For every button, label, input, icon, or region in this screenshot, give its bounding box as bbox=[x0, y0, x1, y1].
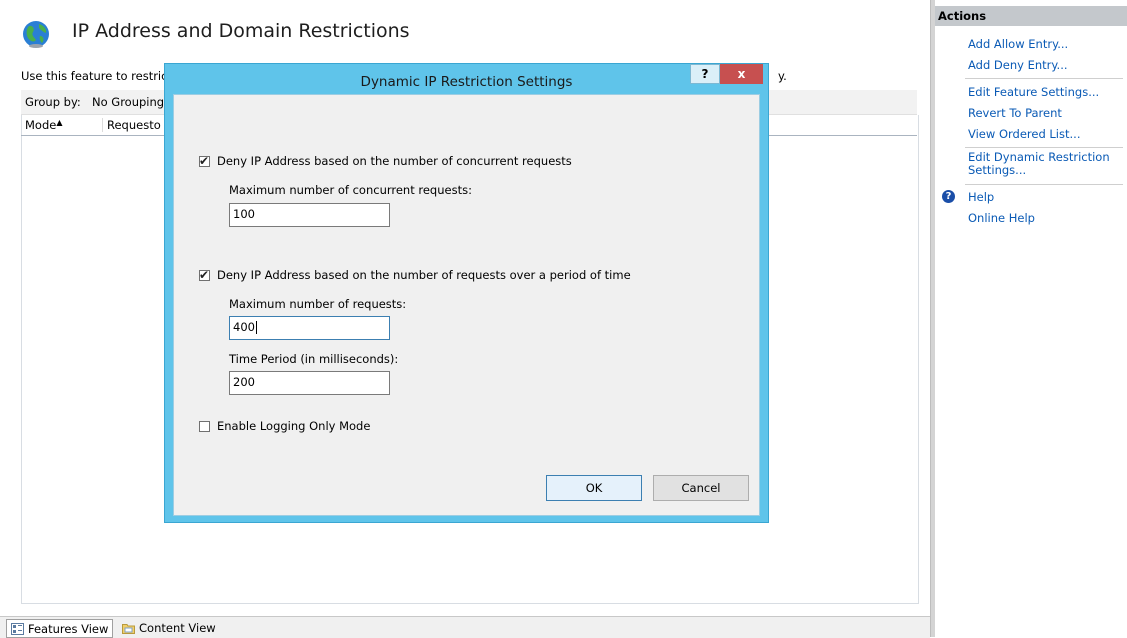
column-header-mode[interactable]: Mode▲ bbox=[21, 118, 63, 132]
description-tail: y. bbox=[778, 69, 787, 83]
revert-to-parent-link[interactable]: Revert To Parent bbox=[968, 107, 1062, 120]
checkmark-icon: ✔ bbox=[199, 153, 210, 168]
group-by-dropdown[interactable]: No Grouping bbox=[92, 95, 164, 109]
time-period-label: Time Period (in milliseconds): bbox=[229, 352, 399, 366]
checkbox-box[interactable]: ✔ bbox=[199, 153, 210, 168]
help-icon: ? bbox=[942, 190, 955, 203]
page-title: IP Address and Domain Restrictions bbox=[72, 20, 410, 42]
dialog-help-button[interactable]: ? bbox=[690, 64, 720, 84]
add-allow-entry-link[interactable]: Add Allow Entry... bbox=[968, 38, 1068, 51]
actions-divider bbox=[965, 78, 1123, 79]
concurrent-requests-checkbox[interactable]: ✔ Deny IP Address based on the number of… bbox=[199, 154, 572, 168]
add-deny-entry-link[interactable]: Add Deny Entry... bbox=[968, 59, 1068, 72]
max-concurrent-label: Maximum number of concurrent requests: bbox=[229, 183, 472, 197]
features-view-label: Features View bbox=[28, 621, 109, 636]
content-view-icon bbox=[122, 623, 135, 634]
description-text: Use this feature to restrict bbox=[21, 69, 172, 83]
dialog-title: Dynamic IP Restriction Settings bbox=[360, 74, 573, 90]
features-view-icon bbox=[11, 622, 24, 635]
cancel-button[interactable]: Cancel bbox=[653, 475, 749, 501]
actions-header: Actions bbox=[935, 6, 1127, 26]
max-requests-input[interactable]: 400 bbox=[229, 316, 390, 340]
requests-over-time-label: Deny IP Address based on the number of r… bbox=[217, 268, 631, 282]
max-concurrent-input[interactable]: 100 bbox=[229, 203, 390, 227]
view-switcher: Features View Content View bbox=[0, 616, 930, 638]
globe-icon bbox=[23, 21, 49, 48]
edit-dynamic-restriction-settings-link[interactable]: Edit Dynamic Restriction Settings... bbox=[968, 151, 1118, 177]
view-ordered-list-link[interactable]: View Ordered List... bbox=[968, 128, 1080, 141]
actions-divider bbox=[965, 184, 1123, 185]
sort-ascending-icon: ▲ bbox=[56, 118, 63, 127]
dialog-close-button[interactable]: x bbox=[720, 64, 763, 84]
online-help-link[interactable]: Online Help bbox=[968, 212, 1035, 225]
logging-only-checkbox[interactable]: Enable Logging Only Mode bbox=[199, 419, 370, 433]
requests-over-time-checkbox[interactable]: ✔ Deny IP Address based on the number of… bbox=[199, 268, 631, 282]
group-by-label: Group by: bbox=[25, 95, 81, 109]
tab-content-view[interactable]: Content View bbox=[118, 619, 220, 636]
actions-pane: Actions Add Allow Entry... Add Deny Entr… bbox=[935, 0, 1127, 637]
content-view-label: Content View bbox=[139, 620, 216, 635]
dynamic-ip-restriction-dialog: Dynamic IP Restriction Settings ? x ✔ De… bbox=[164, 63, 769, 523]
text-caret bbox=[255, 321, 257, 334]
help-link[interactable]: Help bbox=[968, 191, 994, 204]
concurrent-requests-label: Deny IP Address based on the number of c… bbox=[217, 154, 572, 168]
logging-only-label: Enable Logging Only Mode bbox=[217, 419, 371, 433]
max-requests-label: Maximum number of requests: bbox=[229, 297, 407, 311]
column-header-requestor[interactable]: Requesto bbox=[102, 118, 161, 132]
tab-features-view[interactable]: Features View bbox=[6, 619, 114, 638]
checkbox-box[interactable]: ✔ bbox=[199, 267, 210, 282]
checkbox-box[interactable] bbox=[199, 420, 210, 432]
actions-divider bbox=[965, 147, 1123, 148]
time-period-input[interactable]: 200 bbox=[229, 371, 390, 395]
edit-feature-settings-link[interactable]: Edit Feature Settings... bbox=[968, 86, 1099, 99]
ok-button[interactable]: OK bbox=[546, 475, 642, 501]
dialog-body: ✔ Deny IP Address based on the number of… bbox=[173, 94, 760, 516]
max-requests-value: 400 bbox=[233, 320, 255, 334]
checkmark-icon: ✔ bbox=[199, 267, 210, 282]
